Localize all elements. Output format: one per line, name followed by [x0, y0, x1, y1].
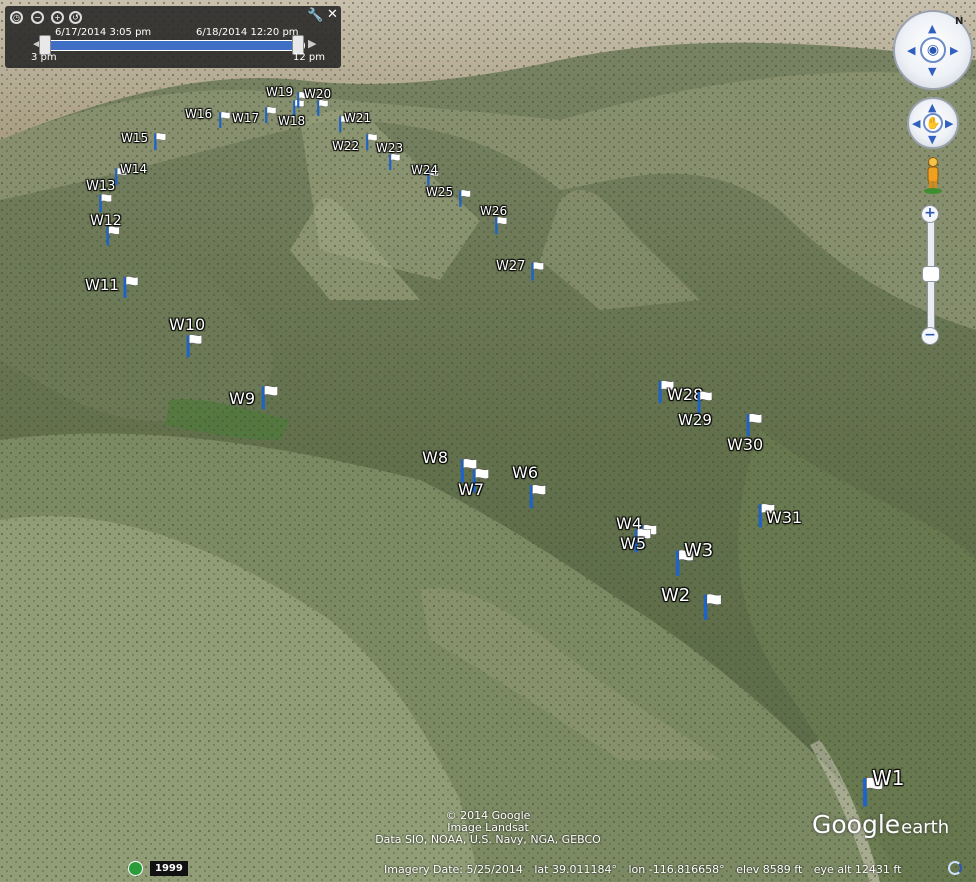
time-slider-panel: ◷ − + ↺ 🔧 ✕ 6/17/2014 3:05 pm 6/18/2014 … [5, 6, 341, 68]
slider-right-tick: 12 pm [293, 52, 325, 63]
waypoint-label: W25 [426, 185, 454, 199]
waypoint-label: W2 [661, 585, 691, 606]
close-icon[interactable]: ✕ [327, 7, 338, 22]
street-view-pegman-icon[interactable] [923, 157, 943, 195]
move-up-icon[interactable]: ▲ [928, 102, 936, 113]
elevation-readout: elev 8589 ft [736, 863, 803, 876]
waypoint-label: W9 [229, 389, 255, 408]
move-control[interactable]: ▲ ▼ ◀ ▶ ✋ [907, 97, 959, 149]
zoom-in-button[interactable]: + [921, 205, 939, 223]
eye-altitude-readout: eye alt 12431 ft [813, 863, 902, 876]
waypoint-label: W24 [411, 163, 439, 177]
waypoint-label: W6 [512, 463, 538, 482]
flag-icon[interactable] [98, 192, 113, 212]
historical-imagery-icon[interactable] [128, 861, 143, 876]
waypoint-label: W31 [766, 508, 803, 527]
history-icon[interactable]: ↺ [69, 11, 82, 24]
attribution-data: Data SIO, NOAA, U.S. Navy, NGA, GEBCO [375, 833, 601, 846]
hand-icon[interactable]: ✋ [923, 113, 943, 133]
historical-imagery-year[interactable]: 1999 [150, 861, 188, 876]
longitude-readout: lon -116.816658° [628, 863, 725, 876]
waypoint-label: W10 [169, 315, 206, 334]
waypoint-label: W19 [266, 85, 294, 99]
attribution: © 2014 Google Image Landsat Data SIO, NO… [362, 810, 614, 846]
waypoint-label: W11 [85, 276, 119, 294]
look-right-icon[interactable]: ▶ [950, 45, 958, 56]
slider-right-arrow[interactable]: ▶ [308, 37, 316, 50]
start-datetime: 6/17/2014 3:05 pm [55, 27, 152, 38]
time-slider-fill [44, 41, 296, 50]
waypoint-label: W7 [458, 480, 484, 499]
flag-icon[interactable] [696, 389, 714, 413]
flag-icon[interactable] [122, 274, 140, 298]
look-left-icon[interactable]: ◀ [907, 45, 915, 56]
slider-left-tick: 3 pm [31, 52, 57, 63]
look-up-icon[interactable]: ▲ [928, 23, 936, 34]
flag-icon[interactable] [153, 131, 167, 150]
compass-control[interactable]: N ▲ ▼ ◀ ▶ ◉ [893, 10, 973, 90]
streaming-progress-icon [948, 861, 962, 875]
flag-icon[interactable] [458, 188, 472, 207]
waypoint-label: W23 [376, 141, 404, 155]
status-bar: 1999 Imagery Date: 5/25/2014 lat 39.0111… [0, 858, 976, 882]
move-right-icon[interactable]: ▶ [945, 118, 953, 129]
clock-icon[interactable]: ◷ [10, 11, 23, 24]
waypoint-label: W16 [185, 107, 213, 121]
zoom-slider-handle[interactable] [922, 266, 940, 282]
flag-icon[interactable] [218, 110, 232, 128]
waypoint-label: W3 [684, 540, 714, 561]
waypoint-label: W1 [872, 766, 905, 790]
flag-icon[interactable] [702, 591, 724, 620]
google-earth-logo: Googleearth [812, 810, 949, 839]
status-readout: Imagery Date: 5/25/2014 lat 39.011184° l… [384, 863, 909, 876]
move-left-icon[interactable]: ◀ [912, 118, 920, 129]
zoom-out-icon[interactable]: − [31, 11, 44, 24]
waypoint-label: W8 [422, 448, 448, 467]
flag-icon[interactable] [260, 383, 280, 409]
time-slider-track[interactable] [43, 40, 305, 51]
waypoint-label: W26 [480, 204, 508, 218]
waypoint-label: W18 [278, 114, 306, 128]
wrench-icon[interactable]: 🔧 [307, 8, 323, 23]
latitude-readout: lat 39.011184° [534, 863, 617, 876]
zoom-out-button[interactable]: − [921, 327, 939, 345]
eye-icon[interactable]: ◉ [920, 37, 946, 63]
flag-icon[interactable] [528, 482, 548, 508]
flag-icon[interactable] [745, 411, 764, 436]
waypoint-label: W13 [86, 179, 116, 194]
waypoint-label: W17 [232, 111, 260, 125]
waypoint-label: W30 [727, 435, 764, 454]
flag-icon[interactable] [264, 105, 278, 123]
logo-google: Google [812, 810, 901, 839]
waypoint-label: W14 [120, 162, 148, 176]
imagery-date: Imagery Date: 5/25/2014 [384, 863, 523, 876]
waypoint-label: W29 [678, 411, 712, 429]
zoom-in-icon[interactable]: + [51, 11, 64, 24]
move-down-icon[interactable]: ▼ [928, 134, 936, 145]
end-datetime: 6/18/2014 12:20 pm [196, 27, 299, 38]
waypoint-label: W22 [332, 139, 360, 153]
waypoint-label: W21 [344, 111, 372, 125]
flag-icon[interactable] [459, 456, 479, 482]
waypoint-label: W15 [121, 131, 149, 145]
look-down-icon[interactable]: ▼ [928, 66, 936, 77]
waypoint-label: W20 [304, 87, 332, 101]
flag-icon[interactable] [530, 260, 545, 280]
north-indicator: N [955, 16, 964, 27]
waypoint-label: W27 [496, 259, 526, 274]
flag-icon[interactable] [185, 332, 204, 357]
waypoint-label: W5 [620, 534, 646, 553]
waypoint-label: W12 [90, 213, 122, 229]
logo-earth: earth [901, 817, 950, 838]
